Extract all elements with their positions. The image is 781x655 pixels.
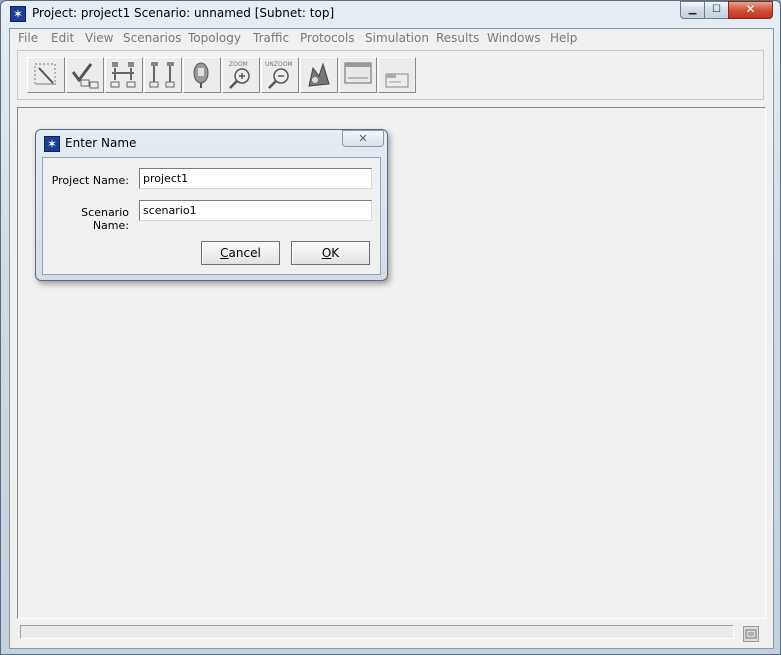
- configure-run-icon: [308, 62, 330, 87]
- minimize-button[interactable]: ▁: [680, 1, 705, 19]
- main-window: ✶ Project: project1 Scenario: unnamed [S…: [0, 0, 781, 655]
- menu-protocols[interactable]: Protocols: [300, 31, 355, 45]
- object-palette-button[interactable]: [105, 57, 143, 93]
- cancel-label: ancel: [228, 246, 261, 260]
- view-results-button[interactable]: [339, 57, 377, 93]
- status-log-icon[interactable]: [743, 626, 759, 642]
- zoom-out-icon: UNZOOM: [265, 61, 293, 89]
- rapid-configuration-icon: [34, 63, 56, 85]
- zoom-label: ZOOM: [229, 61, 248, 68]
- menu-windows[interactable]: Windows: [487, 31, 541, 45]
- toolbar: ZOOM UNZOOM: [17, 50, 764, 100]
- maximize-button[interactable]: ☐: [704, 1, 729, 19]
- rapid-configuration-button[interactable]: [27, 57, 65, 93]
- unzoom-label: UNZOOM: [265, 61, 293, 68]
- menu-results[interactable]: Results: [436, 31, 479, 45]
- menu-view[interactable]: View: [85, 31, 113, 45]
- menu-simulation[interactable]: Simulation: [365, 31, 429, 45]
- dialog-close-button[interactable]: ✕: [342, 130, 384, 147]
- cancel-mnemonic: C: [220, 246, 229, 260]
- menu-topology[interactable]: Topology: [188, 31, 241, 45]
- ok-button[interactable]: OK: [291, 241, 370, 265]
- menu-scenarios[interactable]: Scenarios: [123, 31, 181, 45]
- verify-links-button[interactable]: [66, 57, 104, 93]
- menu-traffic[interactable]: Traffic: [253, 31, 289, 45]
- view-results-icon: [344, 62, 372, 84]
- scenario-name-input[interactable]: [139, 200, 372, 221]
- zoom-out-button[interactable]: UNZOOM: [261, 57, 299, 93]
- dialog-star-icon: ✶: [44, 136, 60, 152]
- ok-mnemonic: O: [321, 246, 332, 260]
- window-title: Project: project1 Scenario: unnamed [Sub…: [32, 6, 335, 20]
- ok-label: K: [331, 246, 340, 260]
- recover-node-button[interactable]: [183, 57, 221, 93]
- enter-name-dialog: ✶ Enter Name ✕ Project Name: Scenario Na…: [35, 129, 388, 281]
- zoom-in-button[interactable]: ZOOM: [222, 57, 260, 93]
- client-area: File Edit View Scenarios Topology Traffi…: [9, 28, 774, 649]
- configure-run-button[interactable]: [300, 57, 338, 93]
- hide-graphs-button[interactable]: [378, 57, 416, 93]
- zoom-in-icon: ZOOM: [229, 61, 250, 89]
- close-button[interactable]: ✕: [728, 1, 773, 19]
- scenario-name-label: Scenario Name:: [81, 206, 129, 232]
- status-bar: [20, 625, 734, 639]
- cancel-button[interactable]: Cancel: [201, 241, 280, 265]
- recover-node-icon: [193, 62, 209, 88]
- title-bar[interactable]: ✶ Project: project1 Scenario: unnamed [S…: [1, 1, 780, 27]
- hide-graphs-icon: [385, 73, 409, 88]
- fail-node-button[interactable]: [144, 57, 182, 93]
- open-object-palette-icon: [110, 62, 136, 88]
- dialog-title: Enter Name: [65, 136, 137, 150]
- project-name-input[interactable]: [139, 168, 372, 189]
- menu-file[interactable]: File: [18, 31, 38, 45]
- app-star-icon: ✶: [10, 6, 26, 22]
- project-name-label: Project Name:: [51, 174, 129, 187]
- fail-node-icon: [149, 62, 175, 88]
- menu-help[interactable]: Help: [550, 31, 577, 45]
- menu-bar: File Edit View Scenarios Topology Traffi…: [10, 29, 773, 49]
- verify-links-icon: [71, 63, 99, 89]
- menu-edit[interactable]: Edit: [51, 31, 74, 45]
